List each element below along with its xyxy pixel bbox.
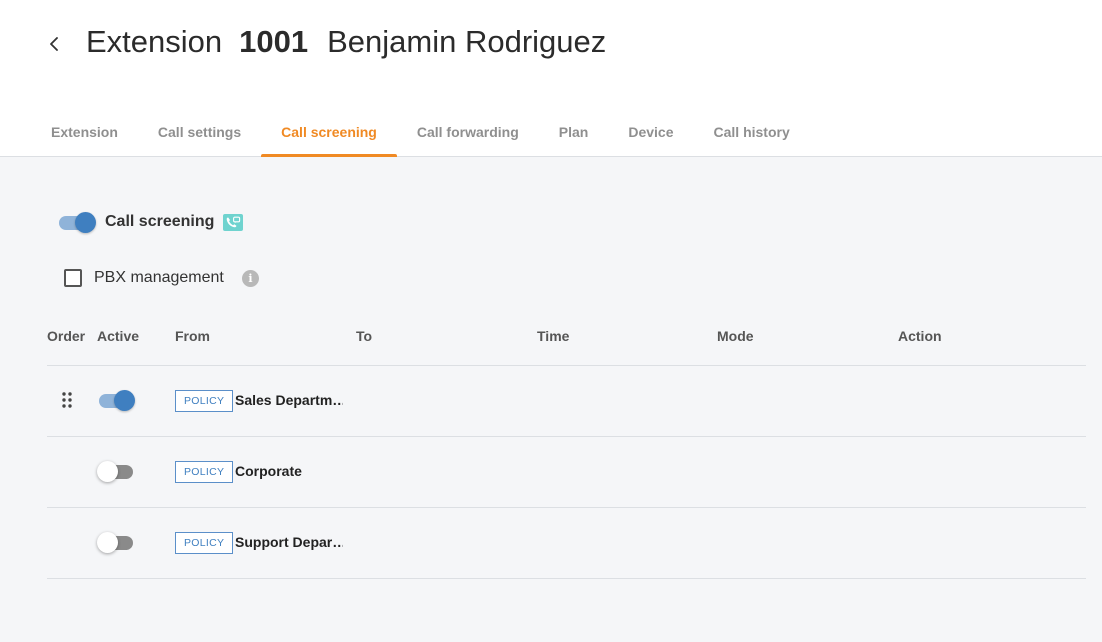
column-header-action: Action: [898, 328, 942, 344]
tab-bar: Extension Call settings Call screening C…: [31, 108, 810, 157]
tab-call-forwarding[interactable]: Call forwarding: [397, 108, 539, 156]
policy-badge: POLICY: [175, 390, 234, 412]
tab-call-history[interactable]: Call history: [694, 108, 810, 156]
pbx-management-label: PBX management: [94, 269, 224, 286]
column-header-time: Time: [537, 328, 570, 344]
user-name: Benjamin Rodriguez: [327, 24, 607, 59]
extension-number: 1001: [239, 24, 309, 59]
row-active-toggle[interactable]: [97, 532, 135, 554]
title-prefix: Extension: [86, 24, 223, 59]
policy-badge: POLICY: [175, 532, 234, 554]
tab-plan[interactable]: Plan: [539, 108, 609, 156]
row-from: Sales Departm…: [235, 392, 343, 408]
column-header-mode: Mode: [717, 328, 754, 344]
back-button[interactable]: [40, 28, 68, 60]
drag-handle-icon[interactable]: [61, 391, 73, 409]
info-icon[interactable]: i: [242, 270, 259, 287]
table-row[interactable]: POLICY Corporate: [47, 436, 1086, 507]
column-header-to: To: [356, 328, 373, 344]
pbx-management-checkbox[interactable]: [64, 269, 82, 287]
page-title: Extension 1001 Benjamin Rodriguez: [86, 24, 606, 64]
toggle-knob: [114, 390, 135, 411]
phone-screen-icon: [223, 214, 243, 231]
toggle-knob: [97, 461, 118, 482]
call-screening-toggle[interactable]: [59, 212, 97, 234]
toggle-knob: [75, 212, 96, 233]
content-panel: Call screening PBX management i Order Ac…: [0, 157, 1102, 642]
call-screening-label: Call screening: [105, 213, 215, 230]
tab-extension[interactable]: Extension: [31, 108, 138, 156]
column-header-from: From: [175, 328, 210, 344]
tab-call-settings[interactable]: Call settings: [138, 108, 261, 156]
tab-call-screening[interactable]: Call screening: [261, 108, 397, 157]
row-active-toggle[interactable]: [97, 390, 135, 412]
table-row[interactable]: POLICY Support Depar…: [47, 507, 1086, 578]
column-header-order: Order: [47, 328, 86, 344]
row-from: Support Depar…: [235, 534, 343, 550]
page-header: Extension 1001 Benjamin Rodriguez Extens…: [0, 0, 1102, 157]
row-active-toggle[interactable]: [97, 461, 135, 483]
chevron-left-icon: [50, 37, 58, 51]
toggle-knob: [97, 532, 118, 553]
table-row[interactable]: POLICY Sales Departm…: [47, 365, 1086, 436]
policy-badge: POLICY: [175, 461, 234, 483]
tab-device[interactable]: Device: [608, 108, 693, 156]
table-divider: [47, 578, 1086, 579]
column-header-active: Active: [97, 328, 140, 344]
row-from: Corporate: [235, 463, 302, 479]
